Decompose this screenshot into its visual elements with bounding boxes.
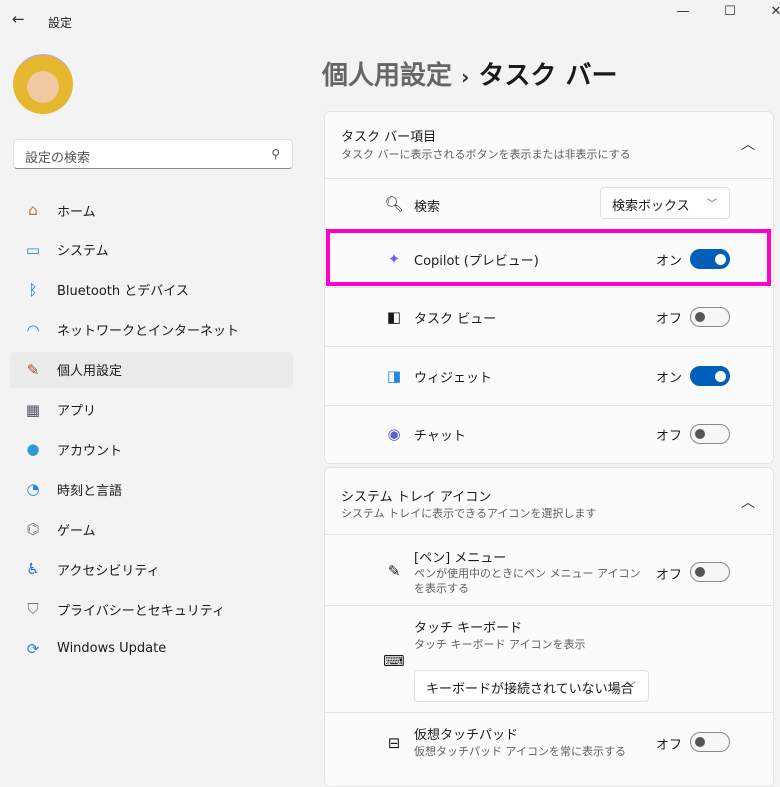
sidebar-item-account[interactable]: ● アカウント	[10, 431, 293, 467]
row-description: タッチ キーボード アイコンを表示	[414, 638, 586, 651]
sidebar-item-label: 個人用設定	[57, 364, 123, 380]
highlight-box	[326, 229, 771, 286]
touchpad-row: ⊟ 仮想タッチパッド 仮想タッチパッド アイコンを常に表示する オフ	[325, 712, 773, 772]
touch-keyboard-row: ⌨ タッチ キーボード タッチ キーボード アイコンを表示 キーボードが接続され…	[325, 605, 773, 712]
sidebar-item-label: ネットワークとインターネット	[57, 324, 240, 340]
sidebar-item-label: プライバシーとセキュリティ	[57, 603, 225, 619]
row-label: 仮想タッチパッド	[414, 728, 519, 743]
touchpad-toggle[interactable]	[690, 732, 730, 752]
task-view-icon: ◧	[386, 308, 402, 326]
toggle-state: オフ	[656, 568, 683, 583]
sidebar-item-accessibility[interactable]: ♿ アクセシビリティ	[10, 551, 293, 587]
section-subtitle: システム トレイに表示できるアイコンを選択します	[341, 507, 597, 520]
back-button[interactable]: ←	[12, 10, 25, 28]
sidebar-item-label: アカウント	[57, 443, 123, 459]
row-label: チャット	[414, 429, 466, 444]
chevron-down-icon: ﹀	[707, 199, 717, 210]
sidebar-item-label: Bluetooth とデバイス	[57, 284, 189, 300]
keyboard-icon: ⌨	[383, 652, 405, 670]
task-view-row: ◧ タスク ビュー オフ	[325, 287, 773, 346]
minimize-button[interactable]: —	[660, 4, 706, 26]
search-icon: 🔍︎	[384, 195, 404, 213]
breadcrumb-current: タスク バー	[478, 61, 618, 91]
maximize-button[interactable]: ☐	[707, 4, 753, 26]
sidebar-item-label: ホーム	[57, 204, 96, 220]
collapse-chevron-icon[interactable]: ︿	[741, 134, 755, 154]
touchpad-icon: ⊟	[387, 734, 401, 752]
row-description: 仮想タッチパッド アイコンを常に表示する	[414, 745, 626, 758]
sidebar-item-shield[interactable]: ⛉ プライバシーとセキュリティ	[10, 591, 293, 627]
sidebar-item-label: アプリ	[57, 404, 97, 419]
widgets-row: ◨ ウィジェット オン	[325, 346, 773, 405]
app-title: 設定	[48, 16, 73, 30]
sidebar-item-bluetooth[interactable]: ᛒ Bluetooth とデバイス	[10, 272, 293, 308]
dropdown-value: キーボードが接続されていない場合	[426, 682, 634, 697]
toggle-state: オフ	[656, 429, 683, 444]
accessibility-icon: ♿	[26, 560, 40, 579]
system-tray-card: システム トレイ アイコン システム トレイに表示できるアイコンを選択します ︿…	[324, 467, 774, 787]
row-label: タッチ キーボード	[414, 621, 523, 636]
toggle-state: オフ	[656, 312, 683, 327]
search-row: 🔍︎ 検索 検索ボックス ﹀	[325, 178, 773, 229]
sidebar-item-gamepad[interactable]: ⌬ ゲーム	[10, 511, 293, 547]
account-icon: ●	[26, 440, 40, 459]
section-title: システム トレイ アイコン	[341, 490, 492, 505]
sidebar-item-wifi[interactable]: ◠ ネットワークとインターネット	[10, 312, 293, 348]
row-label: タスク ビュー	[414, 312, 497, 327]
page-title: 個人用設定 › タスク バー	[322, 55, 617, 92]
sidebar-item-apps[interactable]: ▦ アプリ	[10, 392, 293, 428]
pen-menu-toggle[interactable]	[690, 562, 730, 582]
shield-icon: ⛉	[27, 600, 39, 618]
sidebar-item-time-language[interactable]: ◔ 時刻と言語	[10, 471, 293, 507]
sidebar-item-update[interactable]: ⟳ Windows Update	[10, 631, 293, 667]
row-label: ウィジェット	[414, 371, 493, 386]
widgets-toggle[interactable]	[690, 366, 730, 386]
brush-icon: ✎	[26, 360, 40, 379]
sidebar-item-label: システム	[57, 244, 109, 260]
bluetooth-icon: ᛒ	[28, 280, 38, 299]
touch-keyboard-dropdown[interactable]: キーボードが接続されていない場合 ﹀	[414, 670, 649, 702]
sidebar-item-label: 時刻と言語	[57, 483, 123, 499]
toggle-state: オフ	[656, 738, 683, 753]
settings-search-input[interactable]: 設定の検索 ⚲	[13, 139, 293, 169]
search-placeholder: 設定の検索	[25, 151, 91, 166]
search-icon: ⚲	[271, 147, 280, 161]
row-description: ペンが使用中のときにペン メニュー アイコンを表示する	[414, 567, 641, 595]
gamepad-icon: ⌬	[26, 520, 40, 539]
pen-icon: ✎	[387, 562, 401, 580]
home-icon: ⌂	[28, 201, 38, 219]
toggle-state: オン	[656, 371, 683, 386]
sidebar-item-label: ゲーム	[57, 523, 96, 539]
breadcrumb-separator: ›	[461, 65, 470, 89]
sidebar-item-label: アクセシビリティ	[57, 563, 160, 579]
system-icon: ▭	[25, 240, 41, 259]
chevron-down-icon: ﹀	[626, 682, 636, 693]
chat-row: ◉ チャット オフ	[325, 405, 773, 463]
task-view-toggle[interactable]	[690, 307, 730, 327]
taskbar-items-card: タスク バー項目 タスク バーに表示されるボタンを表示または非表示にする ︿ 🔍…	[324, 111, 774, 464]
sidebar-item-home[interactable]: ⌂ ホーム	[10, 192, 293, 228]
time-language-icon: ◔	[26, 480, 40, 499]
chat-toggle[interactable]	[690, 424, 730, 444]
row-label: [ペン] メニュー	[414, 551, 507, 566]
apps-icon: ▦	[25, 400, 41, 419]
sidebar-item-brush[interactable]: ✎ 個人用設定	[10, 351, 293, 388]
section-title: タスク バー項目	[341, 130, 437, 145]
sidebar-item-system[interactable]: ▭ システム	[10, 232, 293, 268]
title-bar: ← 設定 — ☐ ✕	[0, 0, 780, 40]
breadcrumb-parent[interactable]: 個人用設定	[322, 61, 452, 91]
avatar[interactable]	[13, 54, 73, 114]
search-mode-dropdown[interactable]: 検索ボックス ﹀	[600, 187, 730, 219]
sidebar-item-label: Windows Update	[57, 641, 167, 657]
wifi-icon: ◠	[26, 320, 40, 339]
collapse-chevron-icon[interactable]: ︿	[741, 492, 755, 512]
widgets-icon: ◨	[386, 367, 402, 385]
row-label: 検索	[414, 200, 441, 215]
dropdown-value: 検索ボックス	[612, 199, 690, 214]
section-subtitle: タスク バーに表示されるボタンを表示または非表示にする	[341, 148, 631, 161]
chat-icon: ◉	[387, 425, 401, 443]
pen-menu-row: ✎ [ペン] メニュー ペンが使用中のときにペン メニュー アイコンを表示する …	[325, 534, 773, 605]
close-button[interactable]: ✕	[753, 4, 780, 26]
update-icon: ⟳	[26, 639, 40, 658]
